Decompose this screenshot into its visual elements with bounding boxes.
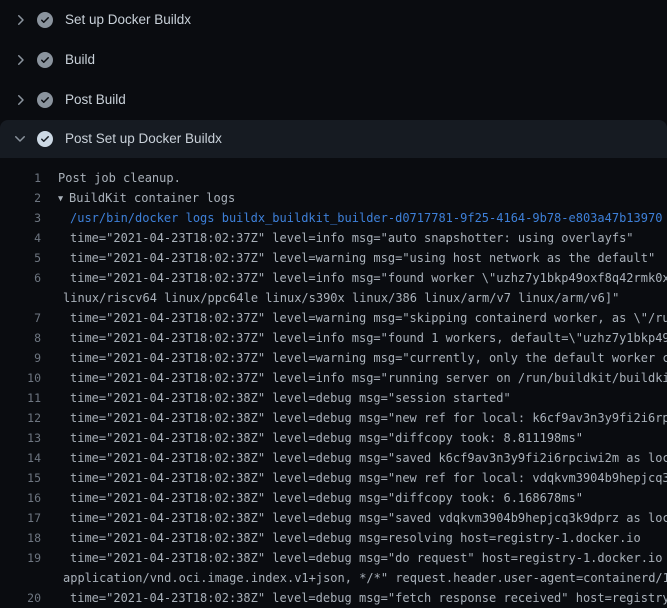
log-text: time="2021-04-23T18:02:38Z" level=debug … <box>41 588 667 608</box>
line-number[interactable]: 18 <box>0 528 41 548</box>
step-label: Build <box>65 52 95 68</box>
log-line: 19time="2021-04-23T18:02:38Z" level=debu… <box>0 548 667 568</box>
log-text: time="2021-04-23T18:02:38Z" level=debug … <box>41 408 667 428</box>
log-text: time="2021-04-23T18:02:37Z" level=info m… <box>41 268 667 288</box>
log-text: linux/riscv64 linux/ppc64le linux/s390x … <box>41 288 619 308</box>
step-label: Post Set up Docker Buildx <box>65 131 222 147</box>
log-text: time="2021-04-23T18:02:37Z" level=info m… <box>41 368 667 388</box>
log-line: 7time="2021-04-23T18:02:37Z" level=warni… <box>0 308 667 328</box>
check-circle-icon <box>37 52 53 68</box>
log-text: time="2021-04-23T18:02:37Z" level=warnin… <box>41 248 655 268</box>
step-header[interactable]: Build <box>0 40 667 80</box>
log-text: time="2021-04-23T18:02:37Z" level=info m… <box>41 328 667 348</box>
line-number[interactable]: 16 <box>0 488 41 508</box>
step-header[interactable]: Set up Docker Buildx <box>0 0 667 40</box>
chevron-right-icon[interactable] <box>12 12 28 28</box>
line-number[interactable]: 8 <box>0 328 41 348</box>
chevron-down-icon[interactable] <box>12 131 28 147</box>
log-line: 5time="2021-04-23T18:02:37Z" level=warni… <box>0 248 667 268</box>
group-collapse-icon[interactable]: ▼ <box>58 189 69 208</box>
step-header[interactable]: Post Set up Docker Buildx <box>0 120 667 158</box>
log-text: Post job cleanup. <box>41 168 181 188</box>
line-number[interactable]: 11 <box>0 388 41 408</box>
log-text: time="2021-04-23T18:02:38Z" level=debug … <box>41 528 641 548</box>
line-number <box>0 568 41 588</box>
check-circle-icon <box>37 12 53 28</box>
line-number[interactable]: 7 <box>0 308 41 328</box>
log-line: 9time="2021-04-23T18:02:37Z" level=warni… <box>0 348 667 368</box>
line-number[interactable]: 14 <box>0 448 41 468</box>
log-line: 15time="2021-04-23T18:02:38Z" level=debu… <box>0 468 667 488</box>
log-line: 4time="2021-04-23T18:02:37Z" level=info … <box>0 228 667 248</box>
line-number[interactable]: 6 <box>0 268 41 288</box>
check-circle-icon <box>37 131 53 147</box>
log-text: time="2021-04-23T18:02:38Z" level=debug … <box>41 448 667 468</box>
line-number[interactable]: 15 <box>0 468 41 488</box>
log-text: time="2021-04-23T18:02:38Z" level=debug … <box>41 548 667 568</box>
line-number[interactable]: 3 <box>0 208 41 228</box>
log-text: time="2021-04-23T18:02:38Z" level=debug … <box>41 428 583 448</box>
line-number[interactable]: 17 <box>0 508 41 528</box>
log-text: ▼BuildKit container logs <box>41 188 235 208</box>
line-number[interactable]: 4 <box>0 228 41 248</box>
log-area: 1Post job cleanup.2▼BuildKit container l… <box>0 158 667 608</box>
step-label: Set up Docker Buildx <box>65 12 191 28</box>
check-circle-icon <box>37 92 53 108</box>
log-line: 3/usr/bin/docker logs buildx_buildkit_bu… <box>0 208 667 228</box>
log-text: time="2021-04-23T18:02:37Z" level=warnin… <box>41 348 667 368</box>
log-line: 17time="2021-04-23T18:02:38Z" level=debu… <box>0 508 667 528</box>
line-number[interactable]: 5 <box>0 248 41 268</box>
log-text: time="2021-04-23T18:02:38Z" level=debug … <box>41 508 667 528</box>
log-text: application/vnd.oci.image.index.v1+json,… <box>41 568 667 588</box>
log-line: 20time="2021-04-23T18:02:38Z" level=debu… <box>0 588 667 608</box>
step-label: Post Build <box>65 92 126 108</box>
line-number[interactable]: 13 <box>0 428 41 448</box>
log-line: 2▼BuildKit container logs <box>0 188 667 208</box>
line-number[interactable]: 19 <box>0 548 41 568</box>
log-text: time="2021-04-23T18:02:37Z" level=warnin… <box>41 308 667 328</box>
line-number[interactable]: 20 <box>0 588 41 608</box>
log-text: time="2021-04-23T18:02:38Z" level=debug … <box>41 468 667 488</box>
log-line: 13time="2021-04-23T18:02:38Z" level=debu… <box>0 428 667 448</box>
line-number <box>0 288 41 308</box>
log-line: 1Post job cleanup. <box>0 168 667 188</box>
line-number[interactable]: 1 <box>0 168 41 188</box>
line-number[interactable]: 12 <box>0 408 41 428</box>
chevron-right-icon[interactable] <box>12 92 28 108</box>
steps-list: Set up Docker Buildx Build Post Build Post … <box>0 0 667 158</box>
log-line: 6time="2021-04-23T18:02:37Z" level=info … <box>0 268 667 288</box>
line-number[interactable]: 9 <box>0 348 41 368</box>
log-line: 18time="2021-04-23T18:02:38Z" level=debu… <box>0 528 667 548</box>
log-line: 11time="2021-04-23T18:02:38Z" level=debu… <box>0 388 667 408</box>
group-title: BuildKit container logs <box>69 191 235 205</box>
log-line: linux/riscv64 linux/ppc64le linux/s390x … <box>0 288 667 308</box>
log-text: time="2021-04-23T18:02:38Z" level=debug … <box>41 488 583 508</box>
log-line: application/vnd.oci.image.index.v1+json,… <box>0 568 667 588</box>
step-header[interactable]: Post Build <box>0 80 667 120</box>
line-number[interactable]: 2 <box>0 188 41 208</box>
log-line: 12time="2021-04-23T18:02:38Z" level=debu… <box>0 408 667 428</box>
log-command-text: /usr/bin/docker logs buildx_buildkit_bui… <box>41 208 662 228</box>
log-line: 10time="2021-04-23T18:02:37Z" level=info… <box>0 368 667 388</box>
log-line: 8time="2021-04-23T18:02:37Z" level=info … <box>0 328 667 348</box>
log-line: 14time="2021-04-23T18:02:38Z" level=debu… <box>0 448 667 468</box>
log-line: 16time="2021-04-23T18:02:38Z" level=debu… <box>0 488 667 508</box>
line-number[interactable]: 10 <box>0 368 41 388</box>
log-text: time="2021-04-23T18:02:37Z" level=info m… <box>41 228 634 248</box>
job-log-viewer: Set up Docker Buildx Build Post Build Post … <box>0 0 667 600</box>
log-text: time="2021-04-23T18:02:38Z" level=debug … <box>41 388 511 408</box>
chevron-right-icon[interactable] <box>12 52 28 68</box>
